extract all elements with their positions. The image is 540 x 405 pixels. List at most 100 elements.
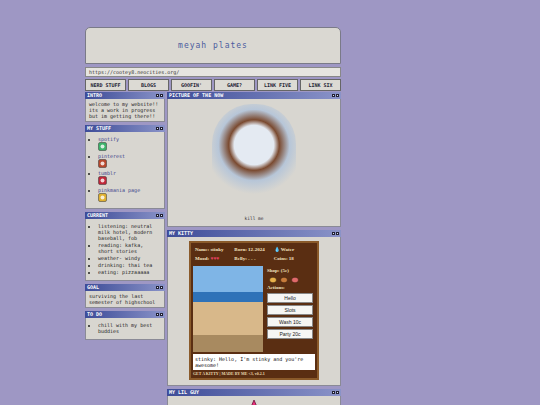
link-label[interactable]: tumblr [98,170,161,176]
action-button[interactable]: Hello [267,293,313,303]
kitty-main: Shop: (5c) Actions: Hello Slots Wash 10c Part… [193,266,315,352]
link-item[interactable]: tumblr [98,170,161,186]
site-title: meyah plates [178,41,248,50]
current-item: reading: kafka, short stories [98,242,161,254]
panel-body: listening: neutral milk hotel, modern ba… [85,219,165,281]
nav-bar: NERD STUFFBLOGSGOOFIN'GAME?LINK FIVELINK… [85,79,341,91]
window-controls[interactable] [332,94,339,97]
panel-body: welcome to my website!! its a work in pr… [85,99,165,122]
panel-body: spotify pinterest tumblr pinkmania page [85,132,165,209]
minimize-icon[interactable] [332,391,335,394]
kitty-stat: 💧 Water [274,247,313,253]
food-icon[interactable] [269,276,277,283]
columns: INTROwelcome to my website!! its a work … [85,92,341,405]
lil-guy-icon [242,399,266,405]
action-button[interactable]: Slots [267,305,313,315]
minimize-icon[interactable] [332,232,335,235]
kitty-stats: Name: stinkyBorn: 12-2024💧 WaterMood: ♥♥… [193,245,315,264]
goal-panel: GOALsurviving the last semester of highs… [85,284,165,308]
link-icon[interactable] [98,159,107,168]
shop-title: Shop: (5c) [267,268,313,274]
kitty-shop: Shop: (5c) Actions: Hello Slots Wash 10c Part… [265,266,315,352]
photo-caption: kill me [245,216,264,222]
todo-list: chill with my best buddies [89,322,161,335]
minimize-icon[interactable] [156,313,159,316]
nav-button[interactable]: GOOFIN' [171,79,212,91]
panel-body: Name: stinkyBorn: 12-2024💧 WaterMood: ♥♥… [167,237,341,386]
minimize-icon[interactable] [156,214,159,217]
page: meyah plates https://cootey8.neocities.or… [0,0,341,405]
nav-button[interactable]: BLOGS [128,79,169,91]
my-stuff-panel: MY STUFF spotify pinterest tumblr pinkmania … [85,125,165,209]
link-icon[interactable] [98,142,107,151]
close-icon[interactable] [336,391,339,394]
panel-title: TO DO [87,311,102,318]
link-icon[interactable] [98,176,107,185]
panel-title: MY STUFF [87,125,111,132]
site-header: meyah plates [85,27,341,64]
kitty-stat: Born: 12-2024 [234,247,273,253]
link-icon[interactable] [98,193,107,202]
window-controls[interactable] [156,94,163,97]
kitty-footer[interactable]: GET A KITTY | MADE BY ME <3, v0.2.1 [193,371,315,376]
shop-items [267,276,313,283]
panel-title: GOAL [87,284,99,291]
link-label[interactable]: pinterest [98,153,161,159]
panel-body [167,396,341,405]
window-controls[interactable] [156,313,163,316]
window-controls[interactable] [156,127,163,130]
picture-panel: PICTURE OF THE NOW kill me [167,92,341,227]
nav-button[interactable]: LINK FIVE [257,79,298,91]
current-item: drinking: thai tea [98,262,161,268]
close-icon[interactable] [160,286,163,289]
minimize-icon[interactable] [156,94,159,97]
close-icon[interactable] [160,127,163,130]
actions-title: Actions: [267,285,313,291]
minimize-icon[interactable] [332,94,335,97]
food-icon[interactable] [291,276,299,283]
panel-header: GOAL [85,284,165,291]
current-panel: CURRENT listening: neutral milk hotel, mo… [85,212,165,281]
food-icon[interactable] [280,276,288,283]
nav-button[interactable]: GAME? [214,79,255,91]
close-icon[interactable] [160,313,163,316]
current-item: weather- windy [98,255,161,261]
link-item[interactable]: pinkmania page [98,187,161,203]
action-button[interactable]: Party 20c [267,329,313,339]
minimize-icon[interactable] [156,286,159,289]
panel-header: CURRENT [85,212,165,219]
kitty-stat: Mood: ♥♥♥ [195,256,234,262]
action-button[interactable]: Wash 10c [267,317,313,327]
panel-header: INTRO [85,92,165,99]
close-icon[interactable] [160,94,163,97]
window-controls[interactable] [332,391,339,394]
link-label[interactable]: pinkmania page [98,187,161,193]
close-icon[interactable] [336,94,339,97]
panel-header: MY LIL GUY [167,389,341,396]
window-controls[interactable] [332,232,339,235]
nav-button[interactable]: NERD STUFF [85,79,126,91]
panel-body: kill me [167,99,341,227]
current-item: listening: neutral milk hotel, modern ba… [98,223,161,241]
panel-title: MY LIL GUY [169,389,199,396]
lil-guy-panel: MY LIL GUY [167,389,341,405]
panel-body: chill with my best buddies [85,318,165,340]
link-item[interactable]: spotify [98,136,161,152]
link-item[interactable]: pinterest [98,153,161,169]
panel-title: PICTURE OF THE NOW [169,92,223,99]
kitty-panel: MY KITTYName: stinkyBorn: 12-2024💧 Water… [167,230,341,386]
url-bar: https://cootey8.neocities.org/ [85,67,341,77]
panel-header: TO DO [85,311,165,318]
link-label[interactable]: spotify [98,136,161,142]
window-controls[interactable] [156,286,163,289]
window-controls[interactable] [156,214,163,217]
snow-globe-photo [212,104,296,212]
left-column: INTROwelcome to my website!! its a work … [85,92,165,340]
close-icon[interactable] [336,232,339,235]
link-list: spotify pinterest tumblr pinkmania page [89,136,161,204]
close-icon[interactable] [160,214,163,217]
panel-body: surviving the last semester of highschoo… [85,291,165,308]
nav-button[interactable]: LINK SIX [300,79,341,91]
current-item: eating: pizzaaaaa [98,269,161,275]
minimize-icon[interactable] [156,127,159,130]
